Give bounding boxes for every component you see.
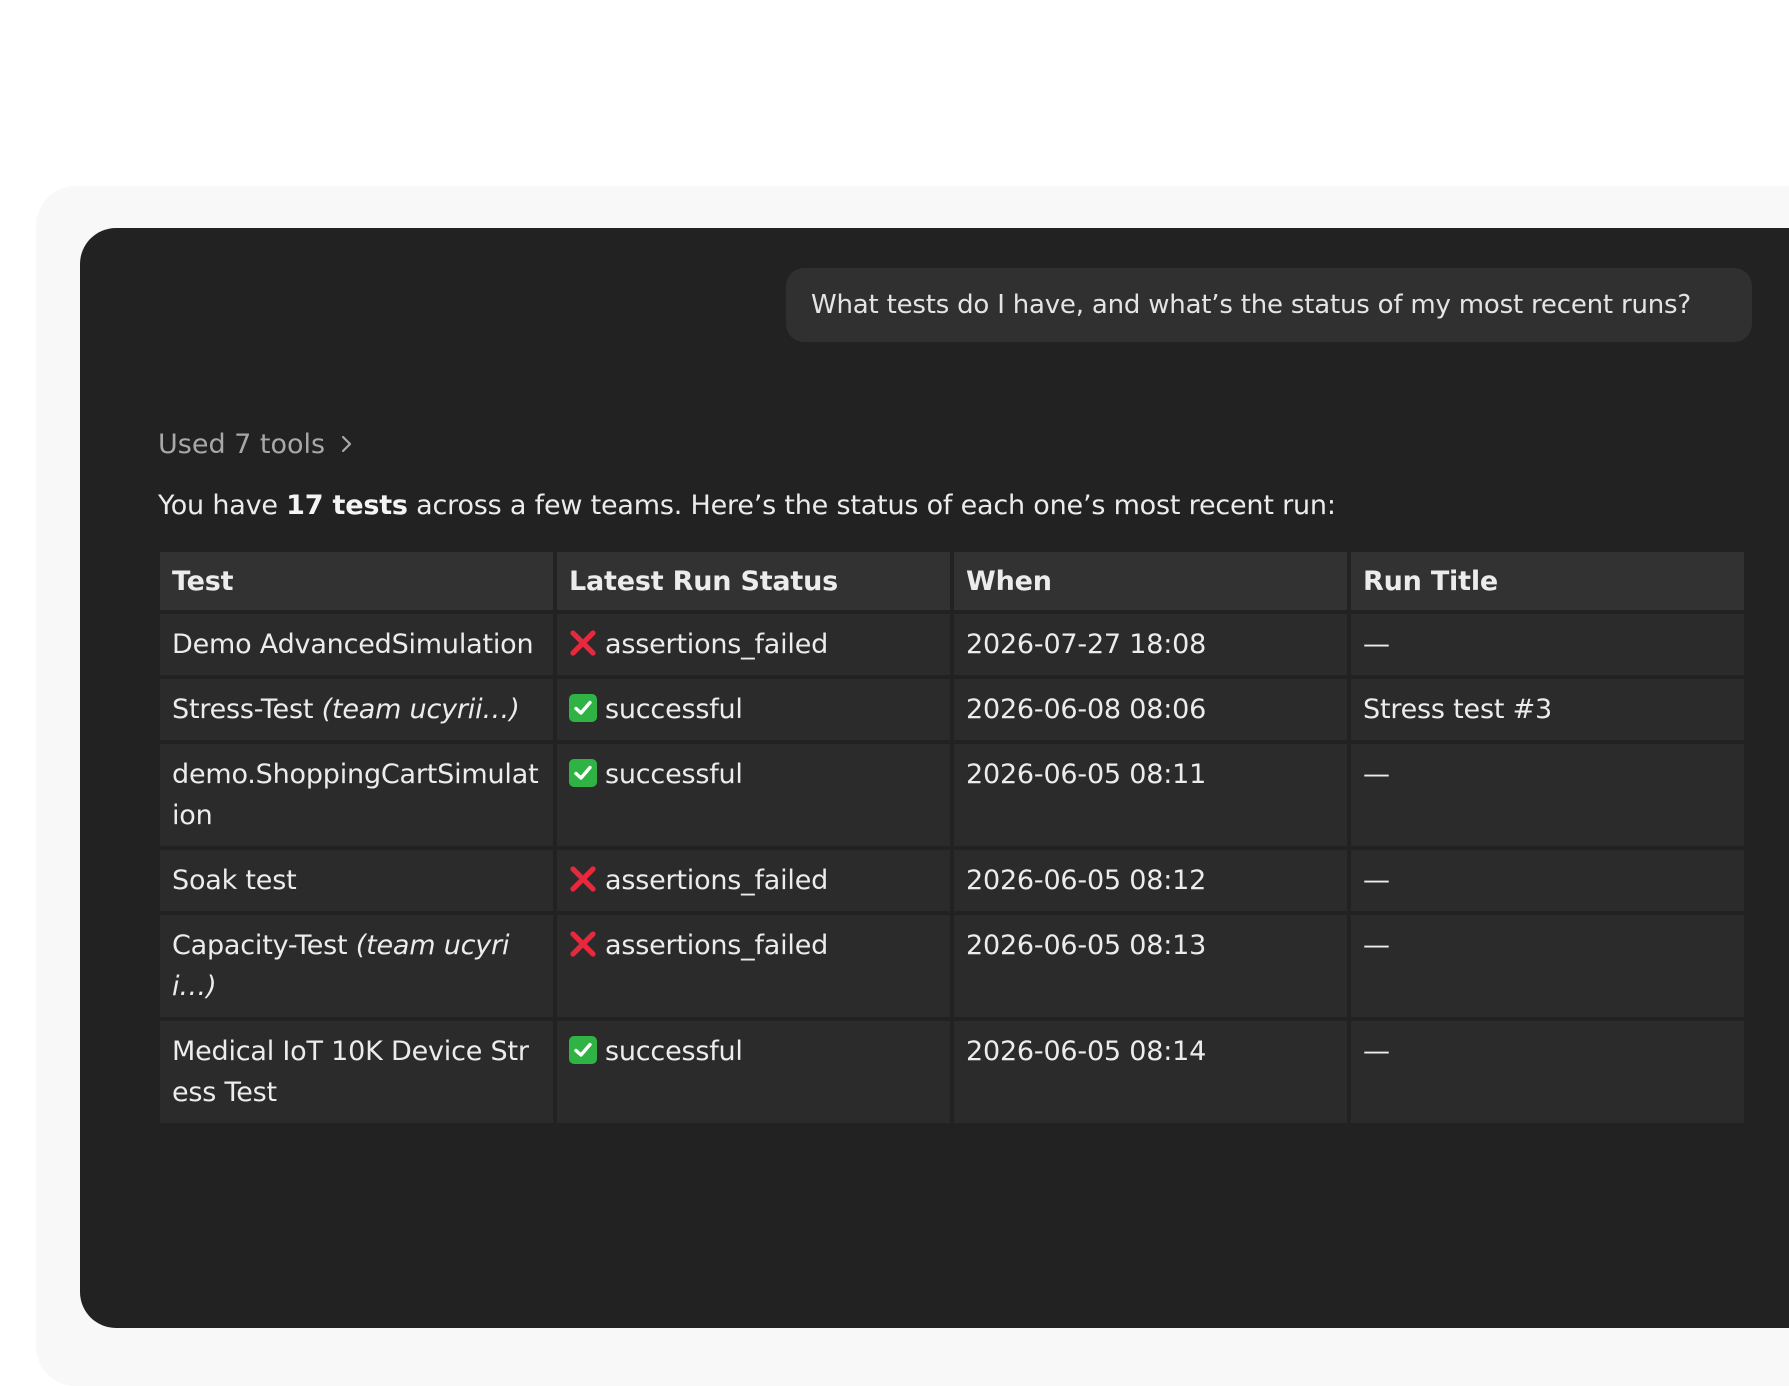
- status-text: assertions_failed: [605, 930, 829, 961]
- cell-when: 2026-06-08 08:06: [954, 679, 1347, 740]
- cell-test: Demo AdvancedSimulation: [160, 614, 553, 675]
- cell-status: assertions_failed: [557, 850, 950, 911]
- status-text: successful: [605, 1036, 743, 1067]
- test-name: Demo AdvancedSimulation: [172, 629, 534, 660]
- cell-when: 2026-06-05 08:11: [954, 744, 1347, 846]
- summary-suffix: across a few teams. Here’s the status of…: [407, 490, 1336, 521]
- user-message-bubble: What tests do I have, and what’s the sta…: [786, 268, 1752, 342]
- test-name: Stress-Test: [172, 694, 322, 725]
- chevron-right-icon: [342, 435, 352, 453]
- status-text: successful: [605, 759, 743, 790]
- status-text: successful: [605, 694, 743, 725]
- header-latest-run-status: Latest Run Status: [557, 552, 950, 610]
- assistant-summary: You have 17 tests across a few teams. He…: [158, 486, 1336, 526]
- status-text: assertions_failed: [605, 865, 829, 896]
- cell-run-title: —: [1351, 850, 1744, 911]
- used-tools-label: Used 7 tools: [158, 428, 326, 460]
- cell-status: successful: [557, 744, 950, 846]
- table-row: demo.ShoppingCartSimulation successful 202…: [160, 744, 1744, 846]
- cell-status: successful: [557, 679, 950, 740]
- cell-when: 2026-06-05 08:13: [954, 915, 1347, 1017]
- runs-table: Test Latest Run Status When Run Title De…: [156, 548, 1748, 1127]
- cell-when: 2026-06-05 08:14: [954, 1021, 1347, 1123]
- status-text: assertions_failed: [605, 629, 829, 660]
- table-row: Demo AdvancedSimulation assertions_failed…: [160, 614, 1744, 675]
- cell-when: 2026-06-05 08:12: [954, 850, 1347, 911]
- red-x-icon: [570, 866, 596, 892]
- user-message-text: What tests do I have, and what’s the sta…: [811, 290, 1691, 320]
- cell-test: Soak test: [160, 850, 553, 911]
- cell-status: assertions_failed: [557, 614, 950, 675]
- header-run-title: Run Title: [1351, 552, 1744, 610]
- cell-test: Capacity-Test (team ucyrii…): [160, 915, 553, 1017]
- table-header-row: Test Latest Run Status When Run Title: [160, 552, 1744, 610]
- table-row: Capacity-Test (team ucyrii…) assertions_f…: [160, 915, 1744, 1017]
- cell-test: Stress-Test (team ucyrii…): [160, 679, 553, 740]
- test-team: (team ucyrii…): [321, 694, 520, 725]
- table-row: Medical IoT 10K Device Stress Test succes…: [160, 1021, 1744, 1123]
- green-check-icon: [569, 694, 597, 722]
- cell-run-title: —: [1351, 915, 1744, 1017]
- cell-status: assertions_failed: [557, 915, 950, 1017]
- chat-window: What tests do I have, and what’s the sta…: [80, 228, 1789, 1328]
- red-x-icon: [570, 931, 596, 957]
- cell-run-title: —: [1351, 1021, 1744, 1123]
- test-name: Capacity-Test: [172, 930, 356, 961]
- header-test: Test: [160, 552, 553, 610]
- red-x-icon: [570, 630, 596, 656]
- green-check-icon: [569, 1036, 597, 1064]
- table-row: Stress-Test (team ucyrii…) successful 2026…: [160, 679, 1744, 740]
- test-name: Soak test: [172, 865, 297, 896]
- table-row: Soak test assertions_failed 2026-06-05 08:…: [160, 850, 1744, 911]
- cell-run-title: —: [1351, 744, 1744, 846]
- summary-bold-count: 17 tests: [286, 490, 408, 521]
- test-name: Medical IoT 10K Device Stress Test: [172, 1036, 529, 1108]
- cell-status: successful: [557, 1021, 950, 1123]
- cell-test: Medical IoT 10K Device Stress Test: [160, 1021, 553, 1123]
- header-when: When: [954, 552, 1347, 610]
- cell-when: 2026-07-27 18:08: [954, 614, 1347, 675]
- summary-prefix: You have: [158, 490, 287, 521]
- green-check-icon: [569, 759, 597, 787]
- used-tools-toggle[interactable]: Used 7 tools: [158, 424, 355, 464]
- cell-run-title: Stress test #3: [1351, 679, 1744, 740]
- test-name: demo.ShoppingCartSimulation: [172, 759, 539, 831]
- cell-run-title: —: [1351, 614, 1744, 675]
- cell-test: demo.ShoppingCartSimulation: [160, 744, 553, 846]
